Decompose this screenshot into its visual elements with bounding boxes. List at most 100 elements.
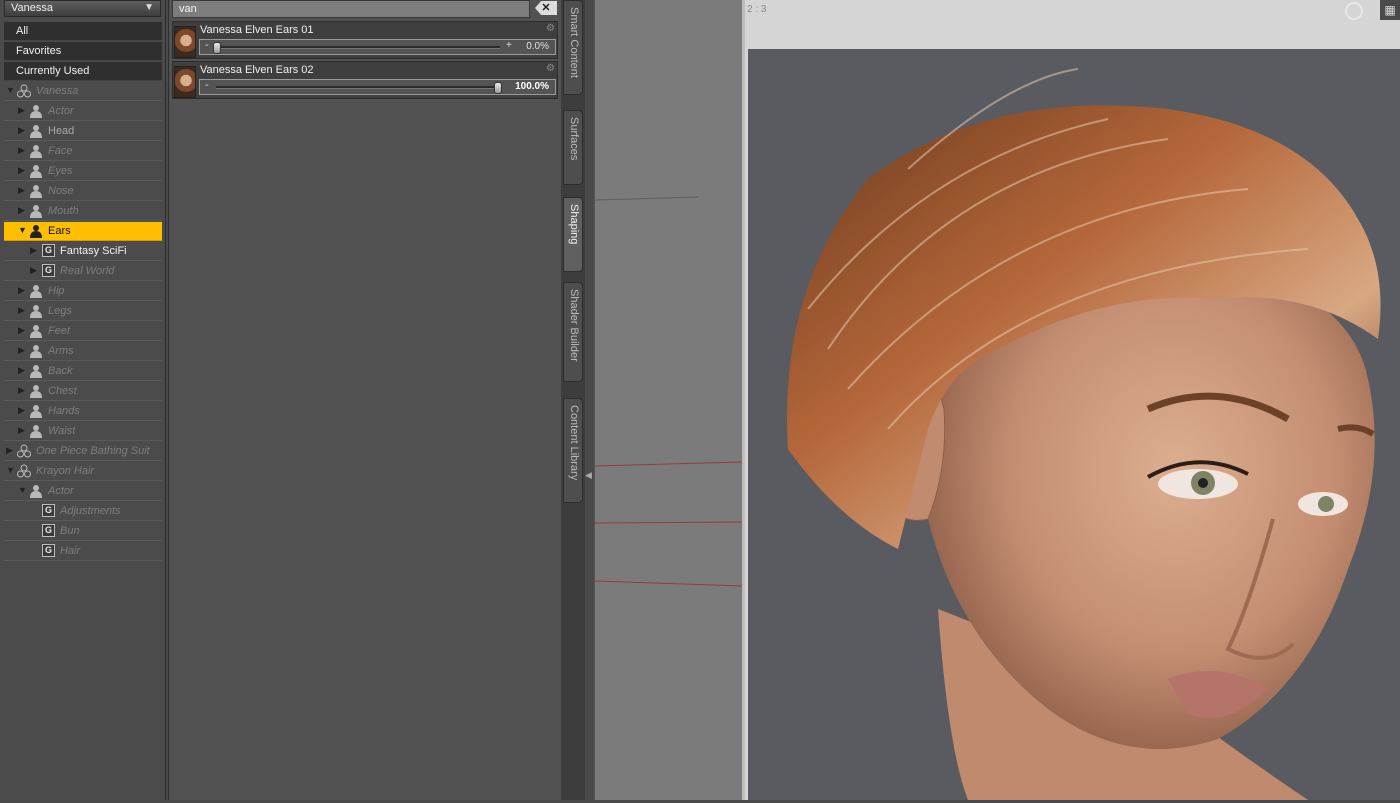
collapsed-arrow-icon[interactable]: ▶: [18, 345, 25, 356]
collapsed-arrow-icon[interactable]: ▶: [18, 165, 25, 176]
viewport-backdrop[interactable]: [594, 0, 744, 800]
render-viewport[interactable]: 2 : 3 ▦: [745, 0, 1400, 800]
tab-content-library[interactable]: Content Library: [563, 398, 583, 503]
group-icon: G: [42, 524, 55, 537]
tree-item-actor[interactable]: ▶ Actor: [4, 102, 162, 121]
clear-search-button[interactable]: ✕: [535, 1, 557, 15]
tree-item-nose[interactable]: ▶ Nose: [4, 182, 162, 201]
tab-shaping[interactable]: Shaping: [563, 197, 583, 272]
tab-label: Smart Content: [568, 7, 580, 78]
expanded-arrow-icon[interactable]: ▼: [18, 225, 27, 235]
tree-item-actor[interactable]: ▼ Actor: [4, 482, 162, 501]
tree-item-chest[interactable]: ▶ Chest: [4, 382, 162, 401]
collapsed-arrow-icon[interactable]: ▶: [18, 205, 25, 216]
tree-item-arms[interactable]: ▶ Arms: [4, 342, 162, 361]
tree-item-label: Actor: [48, 105, 74, 117]
tree-item-head[interactable]: ▶ Head: [4, 122, 162, 141]
collapsed-arrow-icon[interactable]: ▶: [30, 265, 37, 276]
morph-row: Vanessa Elven Ears 01 ⚙ - + 0.0%: [172, 21, 558, 59]
tree-item-label: Chest: [48, 385, 77, 397]
tree-item-label: Face: [48, 145, 73, 157]
collapsed-arrow-icon[interactable]: ▶: [18, 105, 25, 116]
tree-item-adjustments[interactable]: G Adjustments: [4, 502, 162, 521]
collapsed-arrow-icon[interactable]: ▶: [18, 325, 25, 336]
tree-item-real-world[interactable]: ▶ G Real World: [4, 262, 162, 281]
increment-button[interactable]: +: [506, 40, 512, 51]
collapsed-arrow-icon[interactable]: ▶: [18, 425, 25, 436]
tree-item-label: Real World: [60, 265, 115, 277]
collapsed-arrow-icon[interactable]: ▶: [18, 385, 25, 396]
morph-name: Vanessa Elven Ears 01: [200, 24, 314, 36]
collapse-arrow-icon[interactable]: ◀: [585, 470, 594, 500]
morph-slider[interactable]: - + 0.0%: [199, 39, 556, 55]
viewport-layout-icon[interactable]: ▦: [1380, 0, 1400, 20]
morph-thumbnail: [174, 26, 196, 58]
expanded-arrow-icon[interactable]: ▼: [18, 485, 27, 495]
person-icon: [30, 325, 42, 338]
morph-slider[interactable]: - 100.0%: [199, 79, 556, 95]
property-list-panel: ✕ Vanessa Elven Ears 01 ⚙ - + 0.0% Vanes…: [168, 0, 562, 800]
tree-item-ears[interactable]: ▼ Ears: [4, 222, 162, 241]
slider-track[interactable]: [216, 86, 500, 89]
gear-icon[interactable]: ⚙: [546, 23, 555, 34]
circle-icon[interactable]: [1345, 2, 1363, 20]
expanded-arrow-icon[interactable]: ▼: [6, 465, 15, 475]
decrement-button[interactable]: -: [205, 39, 209, 51]
slider-knob[interactable]: [494, 82, 502, 94]
property-search-input[interactable]: [172, 0, 530, 18]
tree-item-hair[interactable]: G Hair: [4, 542, 162, 561]
shaping-editor-tree-panel: Vanessa ▼ All Favorites Currently Used ▼…: [0, 0, 166, 800]
collapsed-arrow-icon[interactable]: ▶: [18, 365, 25, 376]
tab-shader-builder[interactable]: Shader Builder: [563, 282, 583, 382]
collapsed-arrow-icon[interactable]: ▶: [18, 125, 25, 136]
tree-item-label: Mouth: [48, 205, 79, 217]
tree-item-label: Back: [48, 365, 73, 377]
tree-item-one-piece-bathing-suit[interactable]: ▶ One Piece Bathing Suit: [4, 442, 162, 461]
tree-item-label: Fantasy SciFi: [60, 245, 127, 257]
filter-all[interactable]: All: [4, 22, 162, 41]
tree-item-vanessa[interactable]: ▼ Vanessa: [4, 82, 162, 101]
group-icon: G: [42, 244, 55, 257]
morph-value[interactable]: 100.0%: [515, 81, 549, 92]
decrement-button[interactable]: -: [205, 79, 209, 91]
collapsed-arrow-icon[interactable]: ▶: [18, 405, 25, 416]
clear-icon: ✕: [541, 2, 551, 14]
collapsed-arrow-icon[interactable]: ▶: [18, 185, 25, 196]
tab-label: Content Library: [568, 405, 580, 481]
gear-icon[interactable]: ⚙: [546, 63, 555, 74]
person-icon: [30, 365, 42, 378]
tab-smart-content[interactable]: Smart Content: [563, 0, 583, 95]
collapsed-arrow-icon[interactable]: ▶: [30, 245, 37, 256]
filter-favorites[interactable]: Favorites: [4, 42, 162, 61]
tree-item-back[interactable]: ▶ Back: [4, 362, 162, 381]
tree-item-hip[interactable]: ▶ Hip: [4, 282, 162, 301]
slider-knob[interactable]: [213, 42, 221, 54]
tree-item-bun[interactable]: G Bun: [4, 522, 162, 541]
tab-surfaces[interactable]: Surfaces: [563, 110, 583, 185]
collapsed-arrow-icon[interactable]: ▶: [18, 145, 25, 156]
person-icon: [30, 185, 42, 198]
morph-name: Vanessa Elven Ears 02: [200, 64, 314, 76]
collapsed-arrow-icon[interactable]: ▶: [6, 445, 13, 456]
tree-item-face[interactable]: ▶ Face: [4, 142, 162, 161]
tree-item-mouth[interactable]: ▶ Mouth: [4, 202, 162, 221]
collapsed-arrow-icon[interactable]: ▶: [18, 305, 25, 316]
slider-track[interactable]: [216, 46, 500, 49]
figure-selector-dropdown[interactable]: Vanessa ▼: [4, 0, 161, 17]
group-icon: G: [42, 504, 55, 517]
tree-item-feet[interactable]: ▶ Feet: [4, 322, 162, 341]
tree-item-krayon-hair[interactable]: ▼ Krayon Hair: [4, 462, 162, 481]
collapsed-arrow-icon[interactable]: ▶: [18, 285, 25, 296]
tree-item-label: One Piece Bathing Suit: [36, 445, 150, 457]
tree-item-legs[interactable]: ▶ Legs: [4, 302, 162, 321]
tree-item-waist[interactable]: ▶ Waist: [4, 422, 162, 441]
tree-item-label: Feet: [48, 325, 71, 337]
morph-value[interactable]: 0.0%: [526, 41, 549, 52]
tree-item-fantasy-scifi[interactable]: ▶ G Fantasy SciFi: [4, 242, 162, 261]
filter-all-label: All: [16, 25, 29, 37]
morph-thumbnail: [174, 66, 196, 98]
expanded-arrow-icon[interactable]: ▼: [6, 85, 15, 95]
tree-item-hands[interactable]: ▶ Hands: [4, 402, 162, 421]
tree-item-eyes[interactable]: ▶ Eyes: [4, 162, 162, 181]
filter-currently-used[interactable]: Currently Used: [4, 62, 162, 81]
